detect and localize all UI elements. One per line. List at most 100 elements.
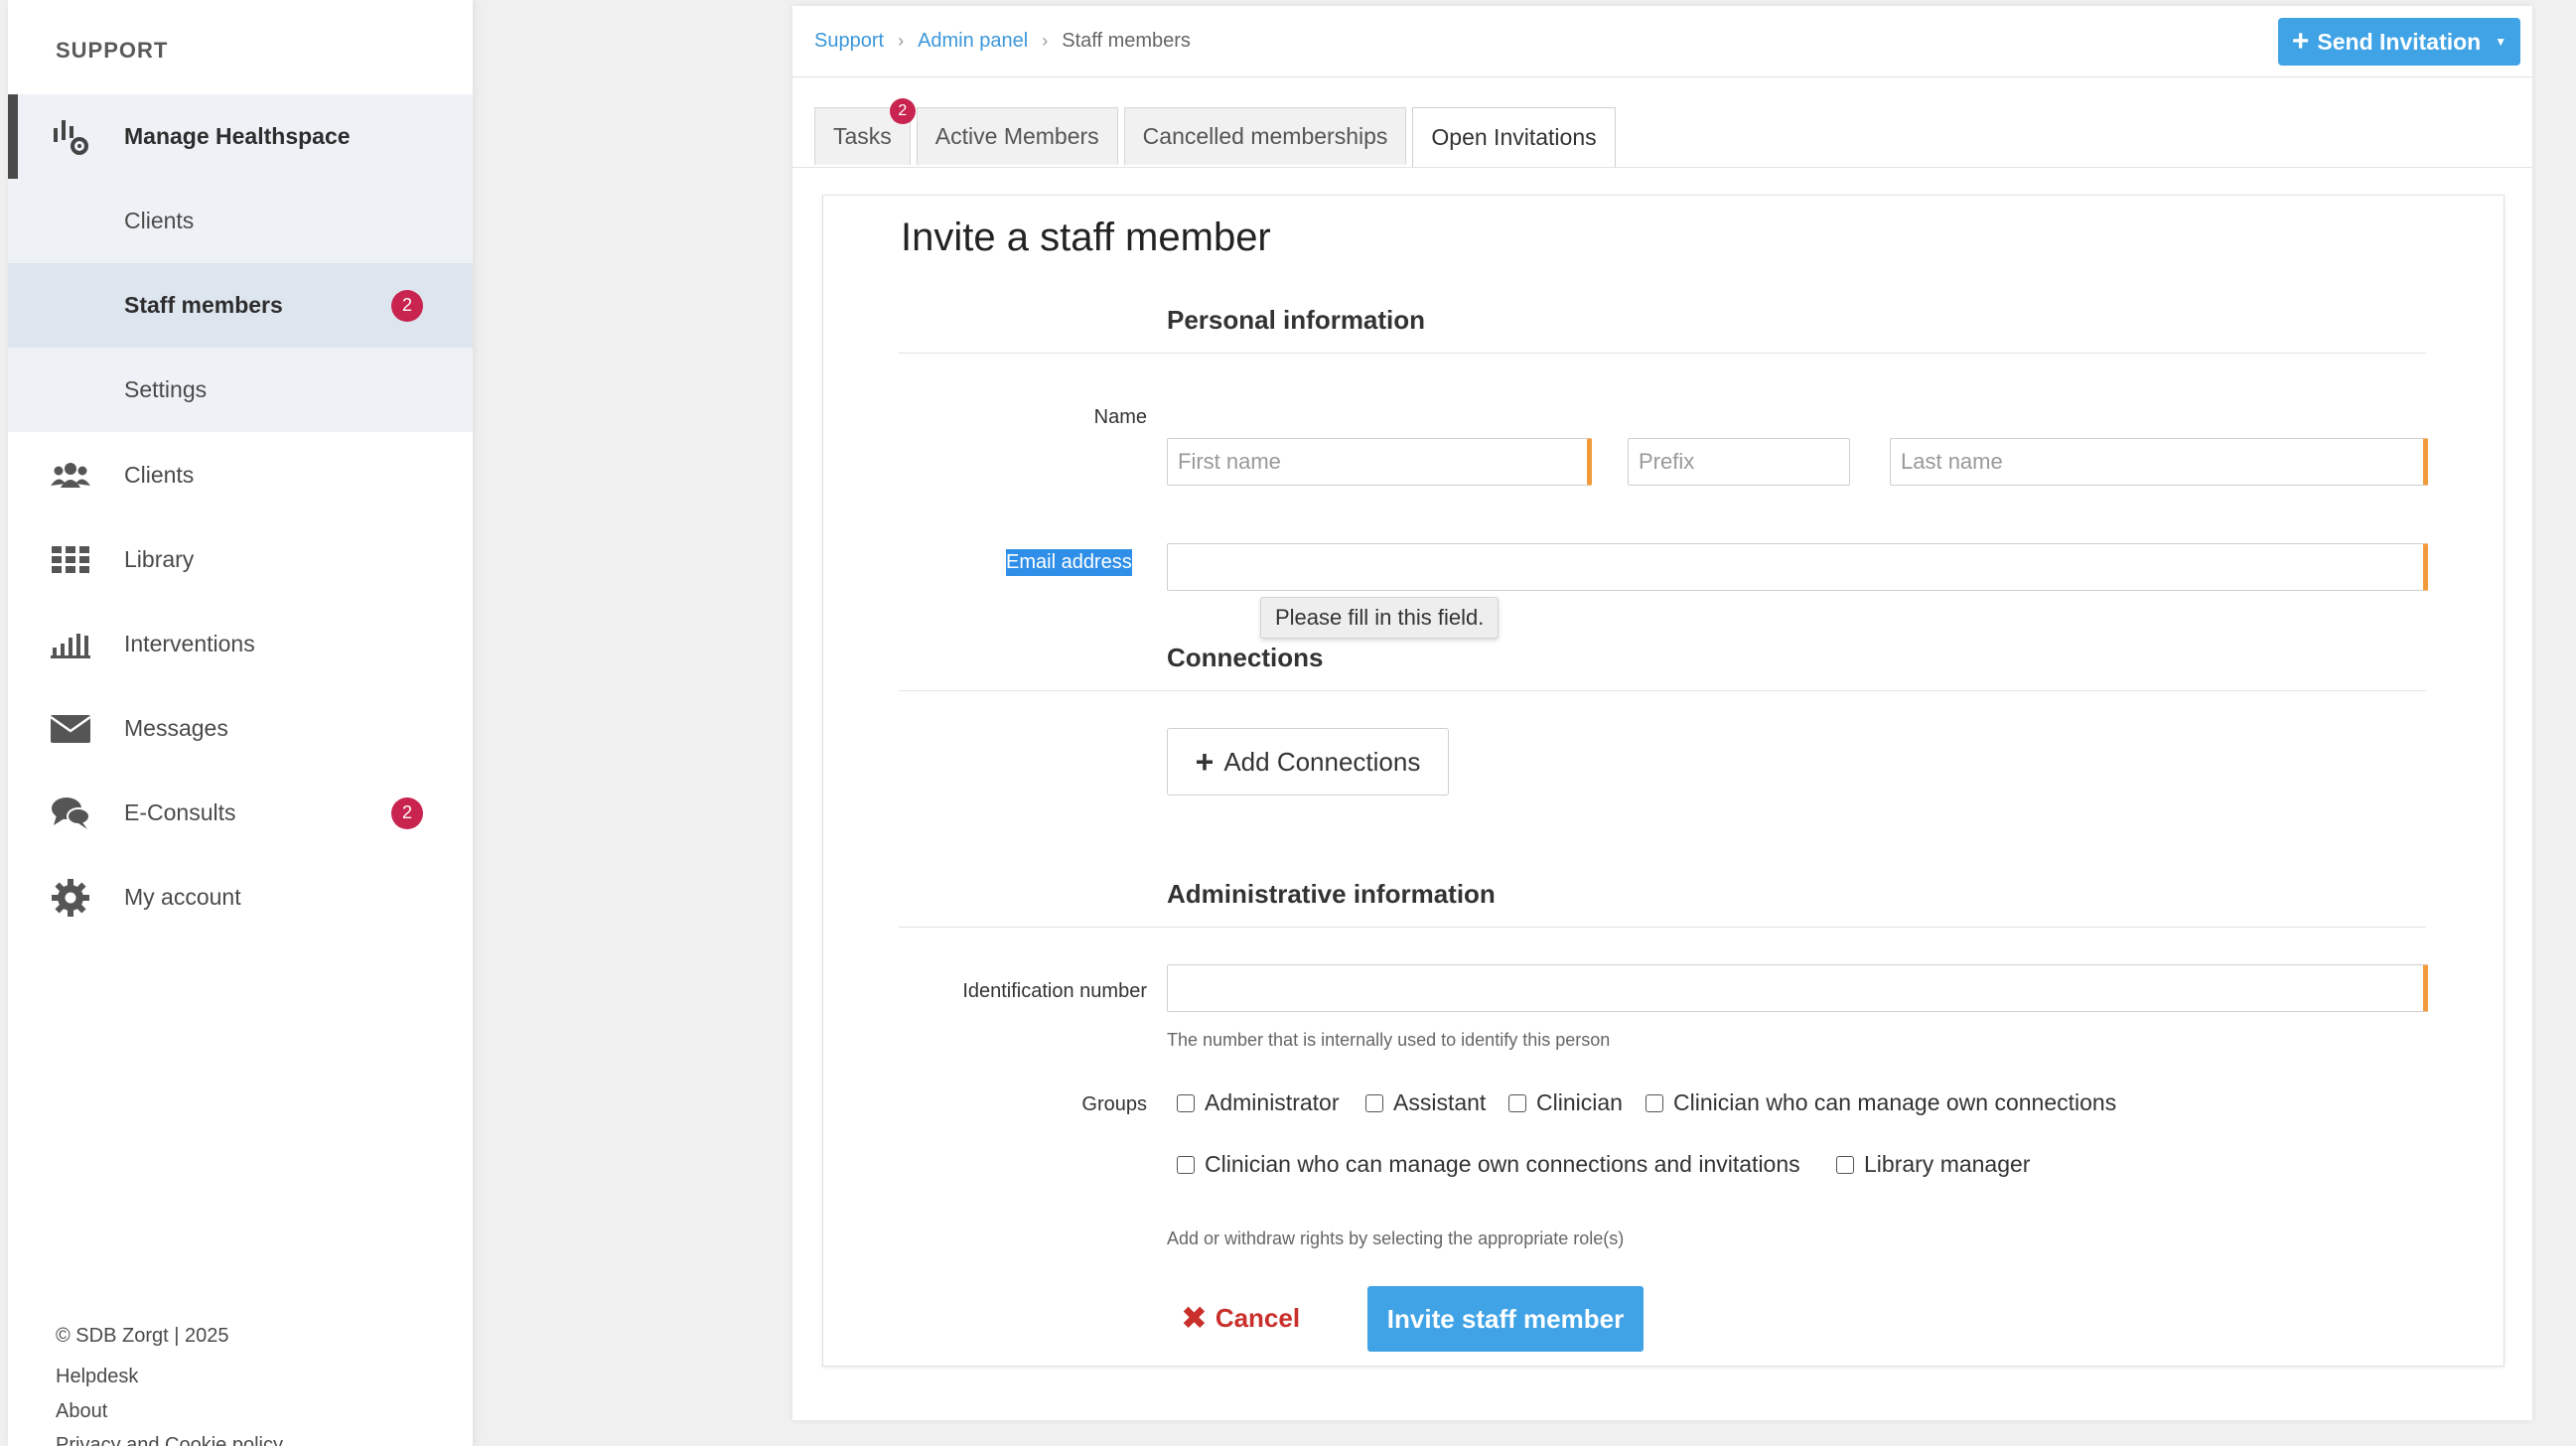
tab-cancelled-memberships[interactable]: Cancelled memberships bbox=[1123, 107, 1407, 165]
group-clinician-connections-checkbox[interactable]: Clinician who can manage own connections bbox=[1646, 1089, 2116, 1116]
groups-label: Groups bbox=[1081, 1093, 1147, 1115]
tab-tasks[interactable]: Tasks 2 bbox=[814, 98, 916, 165]
grid-icon bbox=[50, 539, 91, 581]
sidebar-item-label: Messages bbox=[124, 715, 228, 741]
sidebar-item-label: E-Consults bbox=[124, 799, 236, 825]
invite-form-card: Invite a staff member Personal informati… bbox=[822, 195, 2504, 1367]
sidebar-item-label: Clients bbox=[124, 462, 195, 488]
staff-members-badge: 2 bbox=[391, 289, 423, 322]
footer-about-link[interactable]: About bbox=[56, 1400, 107, 1423]
checkbox-label: Administrator bbox=[1205, 1089, 1340, 1115]
email-label: Email address bbox=[1006, 549, 1132, 576]
breadcrumb-admin-link[interactable]: Admin panel bbox=[918, 30, 1028, 53]
group-library-manager-checkbox[interactable]: Library manager bbox=[1836, 1151, 2030, 1178]
checkbox-box[interactable] bbox=[1646, 1093, 1663, 1112]
checkbox-label: Clinician who can manage own connections bbox=[1673, 1089, 2117, 1115]
section-divider bbox=[899, 927, 2426, 928]
plus-icon: + bbox=[1195, 744, 1215, 780]
group-assistant-checkbox[interactable]: Assistant bbox=[1365, 1089, 1486, 1116]
sidebar-item-label: Library bbox=[124, 546, 195, 572]
groups-help: Add or withdraw rights by selecting the … bbox=[1167, 1229, 1625, 1248]
chat-icon bbox=[50, 793, 91, 834]
e-consults-badge: 2 bbox=[391, 796, 423, 829]
identification-input[interactable] bbox=[1167, 964, 2428, 1012]
checkbox-box[interactable] bbox=[1177, 1093, 1195, 1112]
tab-label: Open Invitations bbox=[1431, 124, 1597, 150]
main-panel: Support › Admin panel › Staff members + … bbox=[792, 6, 2532, 1420]
checkbox-label: Clinician who can manage own connections… bbox=[1205, 1151, 1800, 1177]
footer-privacy-link[interactable]: Privacy and Cookie policy bbox=[56, 1434, 283, 1446]
add-connections-label: Add Connections bbox=[1223, 746, 1421, 777]
prefix-input[interactable]: Prefix bbox=[1628, 438, 1850, 486]
sidebar-item-messages[interactable]: Messages bbox=[8, 686, 473, 771]
add-connections-button[interactable]: + Add Connections bbox=[1167, 728, 1449, 795]
sidebar: SUPPORT Manage Healthspace Clients Staff… bbox=[8, 0, 473, 1446]
identification-help: The number that is internally used to id… bbox=[1167, 1030, 1611, 1050]
validation-tooltip: Please fill in this field. bbox=[1260, 597, 1500, 639]
users-icon bbox=[50, 455, 91, 497]
cancel-label: Cancel bbox=[1215, 1302, 1301, 1333]
checkbox-label: Assistant bbox=[1393, 1089, 1487, 1115]
last-name-input[interactable]: Last name bbox=[1890, 438, 2428, 486]
sidebar-item-label: Clients bbox=[124, 208, 195, 233]
sidebar-item-library[interactable]: Library bbox=[8, 517, 473, 602]
group-administrator-checkbox[interactable]: Administrator bbox=[1177, 1089, 1339, 1116]
interventions-icon bbox=[50, 624, 91, 665]
breadcrumb-support-link[interactable]: Support bbox=[814, 30, 884, 53]
gear-icon bbox=[50, 877, 91, 919]
sidebar-item-label: Staff members bbox=[124, 292, 283, 318]
plus-icon: + bbox=[2291, 25, 2310, 58]
form-title: Invite a staff member bbox=[901, 216, 1271, 259]
name-label: Name bbox=[1093, 406, 1147, 428]
cancel-button[interactable]: ✖ Cancel bbox=[1181, 1298, 1300, 1338]
close-icon: ✖ bbox=[1181, 1300, 1208, 1336]
sidebar-subitem-staff-members[interactable]: Staff members 2 bbox=[8, 263, 473, 348]
tab-active-members[interactable]: Active Members bbox=[916, 107, 1118, 165]
invite-staff-member-button[interactable]: Invite staff member bbox=[1367, 1286, 1644, 1352]
sidebar-item-manage-healthspace[interactable]: Manage Healthspace bbox=[8, 94, 473, 179]
sidebar-item-label: Manage Healthspace bbox=[124, 123, 351, 149]
personal-info-heading: Personal information bbox=[1167, 305, 1426, 335]
checkbox-box[interactable] bbox=[1836, 1155, 1854, 1174]
group-clinician-checkbox[interactable]: Clinician bbox=[1508, 1089, 1623, 1116]
envelope-icon bbox=[50, 708, 91, 750]
sidebar-item-clients[interactable]: Clients bbox=[8, 433, 473, 517]
connections-heading: Connections bbox=[1167, 643, 1324, 672]
admin-info-heading: Administrative information bbox=[1167, 879, 1496, 909]
tab-label: Cancelled memberships bbox=[1142, 123, 1388, 149]
checkbox-box[interactable] bbox=[1365, 1093, 1383, 1112]
email-input[interactable] bbox=[1167, 543, 2428, 591]
send-invitation-button[interactable]: + Send Invitation ▼ bbox=[2278, 18, 2520, 66]
tabs-divider bbox=[792, 167, 2532, 168]
first-name-input[interactable]: First name bbox=[1167, 438, 1592, 486]
chevron-right-icon: › bbox=[898, 31, 905, 51]
tab-label: Active Members bbox=[934, 123, 1099, 149]
breadcrumb: Support › Admin panel › Staff members bbox=[814, 30, 1191, 53]
group-clinician-connections-invitations-checkbox[interactable]: Clinician who can manage own connections… bbox=[1177, 1151, 1800, 1178]
tab-label: Tasks bbox=[833, 123, 892, 149]
sidebar-item-e-consults[interactable]: E-Consults 2 bbox=[8, 771, 473, 855]
sidebar-item-interventions[interactable]: Interventions bbox=[8, 602, 473, 686]
footer-helpdesk-link[interactable]: Helpdesk bbox=[56, 1366, 138, 1388]
breadcrumb-current: Staff members bbox=[1062, 30, 1191, 52]
sidebar-subitem-clients[interactable]: Clients bbox=[8, 179, 473, 263]
tasks-badge: 2 bbox=[889, 98, 916, 124]
identification-label: Identification number bbox=[962, 980, 1147, 1002]
topbar: Support › Admin panel › Staff members + … bbox=[792, 6, 2532, 77]
sidebar-item-label: Settings bbox=[124, 376, 208, 402]
sidebar-item-label: My account bbox=[124, 884, 241, 910]
chevron-right-icon: › bbox=[1042, 31, 1049, 51]
caret-down-icon: ▼ bbox=[2495, 35, 2507, 49]
checkbox-label: Library manager bbox=[1864, 1151, 2031, 1177]
sidebar-subitem-settings[interactable]: Settings bbox=[8, 348, 473, 432]
tab-bar: Tasks 2 Active Members Cancelled members… bbox=[814, 98, 1622, 167]
footer-copyright: © SDB Zorgt | 2025 bbox=[56, 1325, 229, 1347]
tab-open-invitations[interactable]: Open Invitations bbox=[1412, 107, 1616, 167]
manage-healthspace-icon bbox=[50, 116, 91, 158]
checkbox-box[interactable] bbox=[1177, 1155, 1195, 1174]
section-divider bbox=[899, 353, 2426, 354]
section-divider bbox=[899, 690, 2426, 691]
send-invitation-label: Send Invitation bbox=[2317, 28, 2482, 55]
checkbox-box[interactable] bbox=[1508, 1093, 1526, 1112]
sidebar-item-my-account[interactable]: My account bbox=[8, 855, 473, 940]
